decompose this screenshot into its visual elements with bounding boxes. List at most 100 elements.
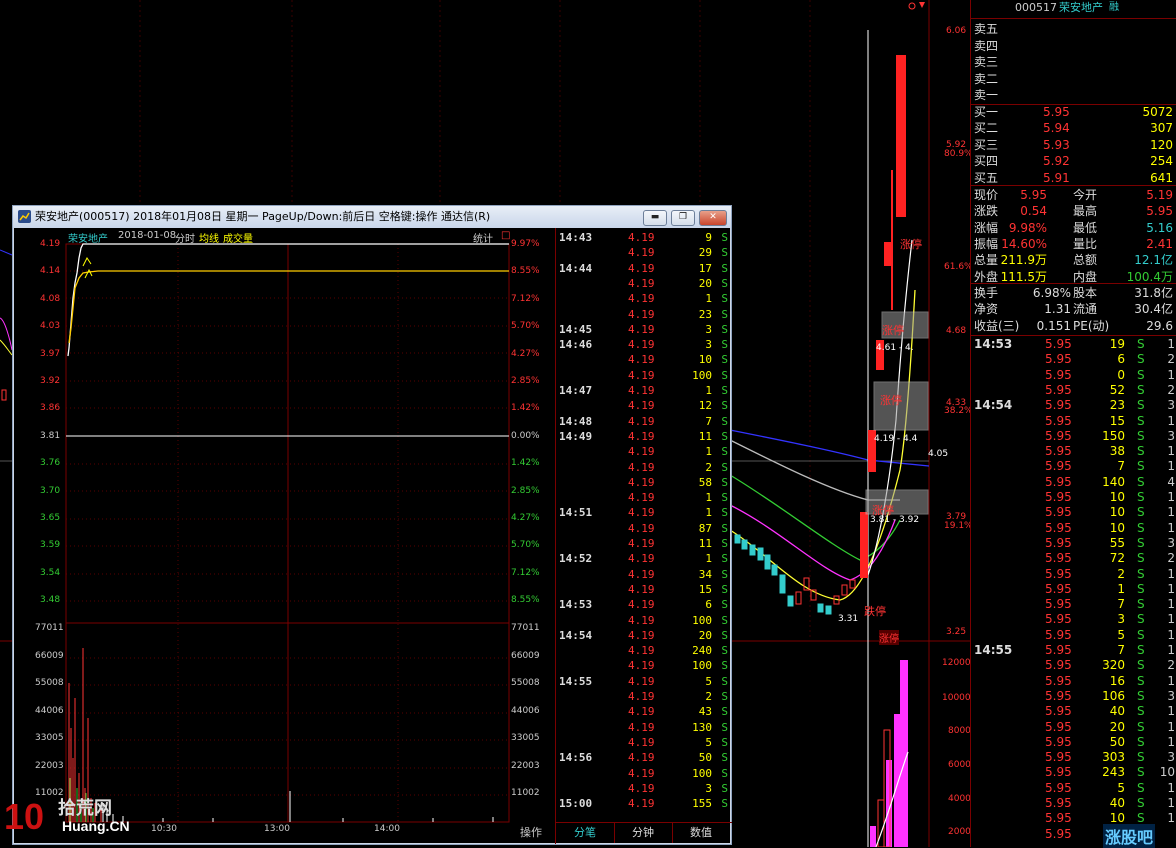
close-button[interactable]: ✕ [699, 210, 727, 226]
trade-row[interactable]: 5.95 40 S 1 [971, 796, 1176, 811]
trade-row[interactable]: 5.95 10 S 1 [971, 490, 1176, 505]
trade-price: 5.95 [1045, 704, 1072, 719]
tick-row[interactable]: 4.19 240 S [556, 643, 732, 658]
trade-row[interactable]: 5.95 140 S 4 [971, 475, 1176, 490]
trade-row[interactable]: 5.95 1 S 1 [971, 582, 1176, 597]
trade-row[interactable]: 5.95 0 S 1 [971, 368, 1176, 383]
trade-row[interactable]: 5.95 52 S 2 [971, 383, 1176, 398]
tick-price: 4.19 [628, 751, 655, 765]
trade-row[interactable]: 5.95 50 S 1 [971, 735, 1176, 750]
pct-axis-label: 2.85% [511, 485, 540, 496]
tick-row[interactable]: 4.19 1 S [556, 444, 732, 459]
tick-row[interactable]: 14:51 4.19 1 S [556, 505, 732, 520]
trade-row[interactable]: 5.95 5 S 1 [971, 781, 1176, 796]
minimize-button[interactable]: ▬ [643, 210, 667, 226]
tick-row[interactable]: 4.19 100 S [556, 613, 732, 628]
tab-shuzhi[interactable]: 数值 [672, 823, 730, 843]
tick-row[interactable]: 4.19 5 S [556, 735, 732, 750]
tick-row[interactable]: 4.19 58 S [556, 475, 732, 490]
trade-row[interactable]: 5.95 2 S 1 [971, 567, 1176, 582]
trade-row[interactable]: 5.95 320 S 2 [971, 658, 1176, 673]
intraday-window[interactable]: 荣安地产(000517) 2018年01月08日 星期一 PageUp/Down… [12, 205, 732, 845]
trade-time: 14:55 [974, 643, 1013, 657]
trade-row[interactable]: 5.95 16 S 1 [971, 674, 1176, 689]
tick-row[interactable]: 4.19 11 S [556, 536, 732, 551]
window-titlebar[interactable]: 荣安地产(000517) 2018年01月08日 星期一 PageUp/Down… [13, 206, 731, 228]
trade-row[interactable]: 5.95 243 S 10 [971, 765, 1176, 780]
trade-row[interactable]: 5.95 106 S 3 [971, 689, 1176, 704]
tick-row[interactable]: 14:53 4.19 6 S [556, 597, 732, 612]
stat-label: 股本 [1073, 286, 1098, 300]
trade-volume: 55 [1109, 535, 1125, 550]
trade-row[interactable]: 5.95 7 S 1 [971, 459, 1176, 474]
intraday-chart-area[interactable]: 荣安地产 2018-01-08 分时 均线 成交量 统计 □ 4.19 4.14 4… [13, 228, 555, 844]
tick-side: S [721, 322, 728, 336]
tick-row[interactable]: 4.19 34 S [556, 567, 732, 582]
trade-row[interactable]: 5.95 6 S 2 [971, 352, 1176, 367]
tick-row[interactable]: 4.19 20 S [556, 276, 732, 291]
tab-fenzhong[interactable]: 分钟 [614, 823, 673, 843]
trade-volume: 40 [1109, 704, 1125, 719]
tick-list[interactable]: 14:43 4.19 9 S 4.19 29 S 14:44 4.19 17 S 4.19 20 S 4.1… [555, 228, 732, 844]
tick-row[interactable]: 14:46 4.19 3 S [556, 337, 732, 352]
tick-row[interactable]: 4.19 2 S [556, 460, 732, 475]
tick-row[interactable]: 4.19 1 S [556, 490, 732, 505]
trade-row[interactable]: 5.95 303 S 3 [971, 750, 1176, 765]
trade-row[interactable]: 5.95 10 S 1 [971, 505, 1176, 520]
tick-row[interactable]: 4.19 3 S [556, 781, 732, 796]
trade-row[interactable]: 5.95 40 S 1 [971, 704, 1176, 719]
tick-row[interactable]: 4.19 130 S [556, 720, 732, 735]
tick-row[interactable]: 14:48 4.19 7 S [556, 414, 732, 429]
trade-row[interactable]: 5.95 20 S 1 [971, 720, 1176, 735]
trade-row[interactable]: 14:53 5.95 19 S 1 [971, 337, 1176, 352]
stats-box-icon[interactable]: □ [501, 230, 510, 241]
tick-row[interactable]: 4.19 1 S [556, 291, 732, 306]
trade-row[interactable]: 5.95 3 S 1 [971, 612, 1176, 627]
tick-row[interactable]: 4.19 10 S [556, 352, 732, 367]
stats-button[interactable]: 统计 [473, 230, 493, 245]
trade-price: 5.95 [1045, 520, 1072, 535]
operate-button[interactable]: 操作 [520, 824, 542, 840]
trade-volume: 7 [1117, 597, 1125, 612]
price-axis-label: 3.48 [40, 595, 61, 606]
tick-row[interactable]: 4.19 100 S [556, 658, 732, 673]
trade-side: S [1137, 688, 1145, 703]
trade-row[interactable]: 5.95 72 S 2 [971, 551, 1176, 566]
tick-row[interactable]: 14:52 4.19 1 S [556, 551, 732, 566]
tick-row[interactable]: 4.19 29 S [556, 245, 732, 260]
tick-row[interactable]: 14:54 4.19 20 S [556, 628, 732, 643]
tick-row[interactable]: 4.19 2 S [556, 689, 732, 704]
tick-row[interactable]: 4.19 12 S [556, 398, 732, 413]
trade-side: S [1137, 566, 1145, 581]
tick-row[interactable]: 14:47 4.19 1 S [556, 383, 732, 398]
trade-row[interactable]: 5.95 10 S 1 [971, 521, 1176, 536]
tick-row[interactable]: 4.19 15 S [556, 582, 732, 597]
trade-row[interactable]: 5.95 150 S 3 [971, 429, 1176, 444]
trade-row[interactable]: 5.95 7 S 1 [971, 597, 1176, 612]
tick-time: 14:47 [559, 384, 593, 397]
tick-row[interactable]: 14:45 4.19 3 S [556, 322, 732, 337]
trade-row[interactable]: 14:54 5.95 23 S 3 [971, 398, 1176, 413]
tick-side: S [721, 384, 728, 397]
trade-row[interactable]: 14:55 5.95 7 S 1 [971, 643, 1176, 658]
tick-row[interactable]: 14:44 4.19 17 S [556, 261, 732, 276]
trade-row[interactable]: 5.95 38 S 1 [971, 444, 1176, 459]
tick-row[interactable]: 4.19 23 S [556, 307, 732, 322]
stat-value: 6.98% [1032, 286, 1071, 300]
trade-row[interactable]: 5.95 5 S 1 [971, 628, 1176, 643]
tick-row[interactable]: 4.19 100 S [556, 368, 732, 383]
tick-row[interactable]: 15:00 4.19 155 S [556, 796, 732, 811]
tick-price: 4.19 [628, 246, 655, 260]
tick-row[interactable]: 14:55 4.19 5 S [556, 674, 732, 689]
tick-row[interactable]: 14:49 4.19 11 S [556, 429, 732, 444]
tick-row[interactable]: 14:56 4.19 50 S [556, 750, 732, 765]
trade-row[interactable]: 5.95 15 S 1 [971, 414, 1176, 429]
tick-row[interactable]: 4.19 87 S [556, 521, 732, 536]
tick-row[interactable]: 4.19 100 S [556, 766, 732, 781]
maximize-button[interactable]: ❐ [671, 210, 695, 226]
trade-price: 5.95 [1045, 535, 1072, 550]
trade-row[interactable]: 5.95 55 S 3 [971, 536, 1176, 551]
tab-fenbi[interactable]: 分笔 [556, 823, 615, 843]
tick-row[interactable]: 4.19 43 S [556, 704, 732, 719]
tick-row[interactable]: 14:43 4.19 9 S [556, 230, 732, 245]
